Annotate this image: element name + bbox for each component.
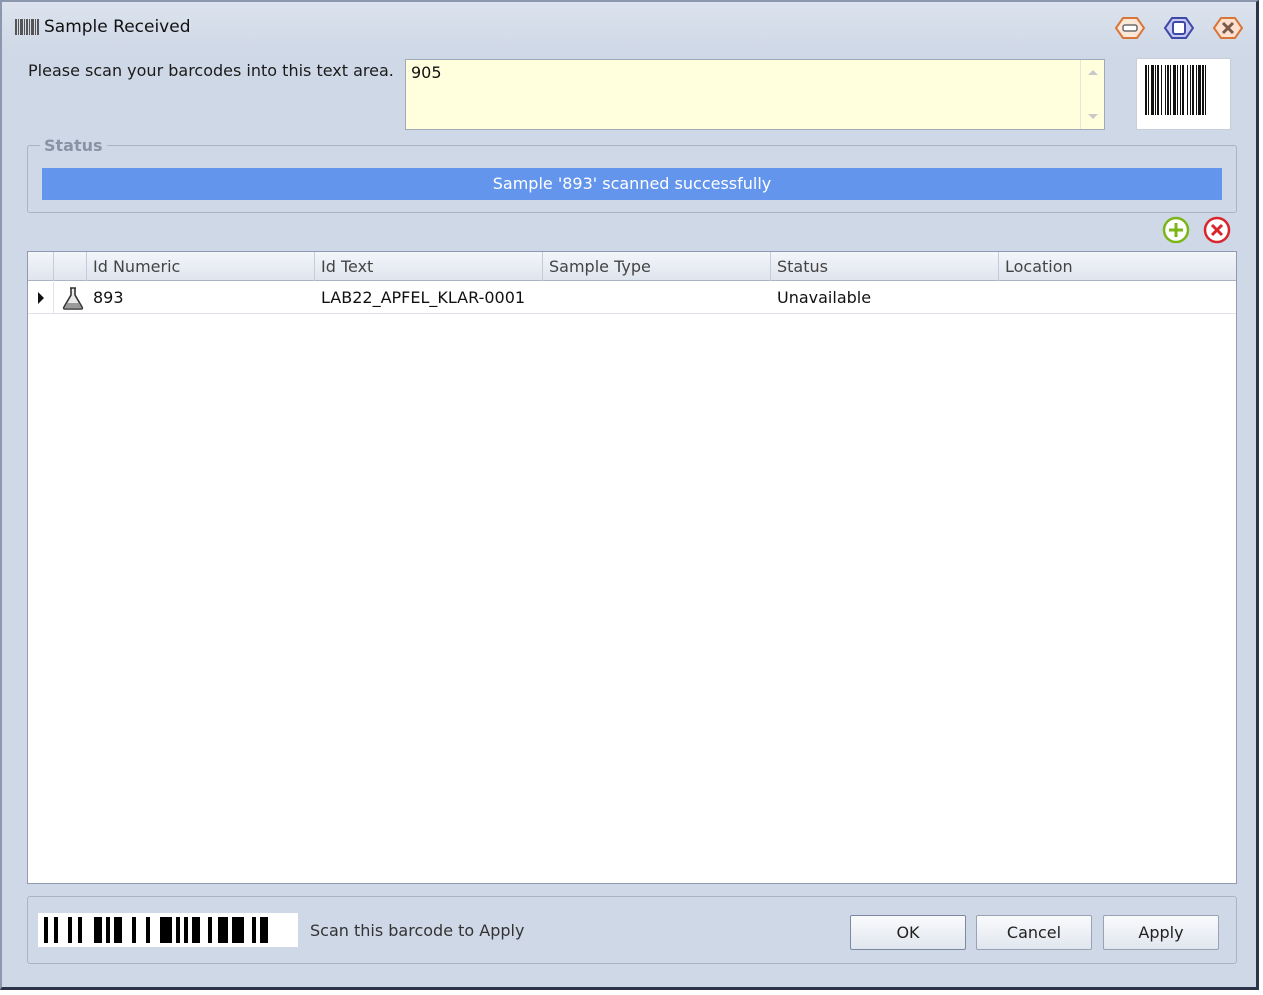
apply-barcode-image (38, 913, 298, 947)
footer-group: Scan this barcode to Apply OK Cancel App… (27, 896, 1237, 964)
close-icon (1212, 17, 1244, 39)
barcode-textarea[interactable]: 905 (406, 60, 1080, 129)
maximize-button[interactable] (1159, 14, 1199, 42)
status-legend: Status (40, 136, 107, 155)
add-button[interactable] (1162, 216, 1190, 244)
scroll-down-icon[interactable] (1088, 114, 1098, 119)
barcode-icon (14, 17, 40, 37)
cell-id-numeric[interactable]: 893 (87, 282, 315, 314)
sample-received-window: Sample Received Please scan your barcode… (0, 0, 1259, 990)
apply-barcode-hint: Scan this barcode to Apply (310, 921, 525, 940)
maximize-icon (1163, 17, 1195, 39)
row-pointer-icon (38, 292, 44, 304)
flask-icon (60, 285, 86, 311)
status-group: Status Sample '893' scanned successfully (27, 136, 1237, 213)
cell-status[interactable]: Unavailable (771, 282, 999, 314)
cell-id-text[interactable]: LAB22_APFEL_KLAR-0001 (315, 282, 543, 314)
ok-button[interactable]: OK (850, 915, 966, 950)
minimize-button[interactable] (1110, 14, 1150, 42)
title-bar[interactable]: Sample Received (2, 2, 1256, 52)
column-header-id-text[interactable]: Id Text (315, 252, 543, 281)
minimize-icon (1114, 17, 1146, 39)
cell-sample-type[interactable] (543, 282, 771, 314)
column-header-sample-type[interactable]: Sample Type (543, 252, 771, 281)
window-title: Sample Received (44, 17, 191, 37)
row-indicator[interactable] (28, 282, 54, 314)
header-icon-cell (54, 252, 87, 281)
remove-button[interactable] (1203, 216, 1231, 244)
scroll-up-icon[interactable] (1088, 70, 1098, 75)
column-header-id-numeric[interactable]: Id Numeric (87, 252, 315, 281)
close-button[interactable] (1208, 14, 1248, 42)
remove-icon (1203, 216, 1231, 244)
status-message: Sample '893' scanned successfully (42, 168, 1222, 200)
apply-button[interactable]: Apply (1103, 915, 1219, 950)
column-header-status[interactable]: Status (771, 252, 999, 281)
cancel-button[interactable]: Cancel (976, 915, 1092, 950)
scan-scrollbar[interactable] (1080, 60, 1104, 129)
barcode-scan-area[interactable]: 905 (405, 59, 1105, 130)
add-icon (1162, 216, 1190, 244)
column-header-location[interactable]: Location (999, 252, 1236, 281)
grid-header: Id Numeric Id Text Sample Type Status Lo… (28, 252, 1236, 281)
table-row[interactable]: 893 LAB22_APFEL_KLAR-0001 Unavailable (28, 282, 1236, 314)
scan-instructions: Please scan your barcodes into this text… (28, 61, 394, 80)
barcode-image (1136, 58, 1231, 130)
samples-grid: Id Numeric Id Text Sample Type Status Lo… (27, 251, 1237, 884)
cell-location[interactable] (999, 282, 1236, 314)
header-indicator-cell (28, 252, 54, 281)
